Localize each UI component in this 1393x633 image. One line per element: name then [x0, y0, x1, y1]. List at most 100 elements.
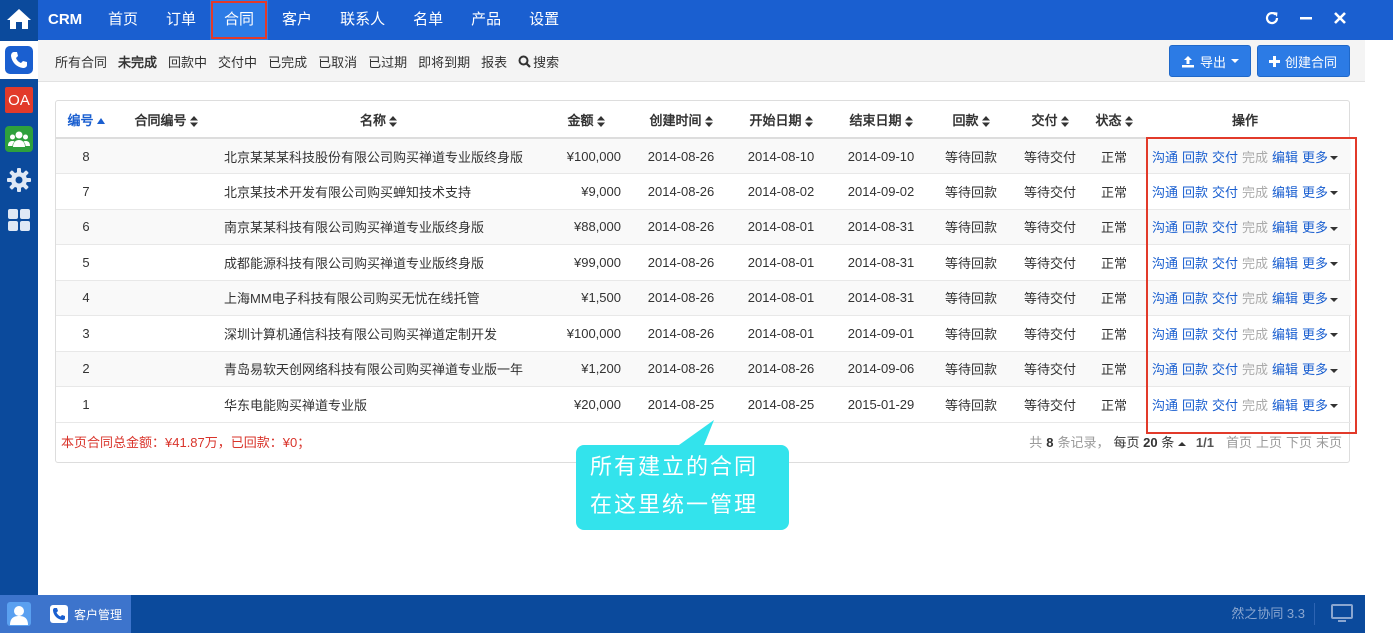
col-header-created[interactable]: 创建时间	[631, 101, 731, 139]
task-item-customer-management[interactable]: 客户管理	[38, 595, 131, 633]
payment-link[interactable]: 回款	[1182, 324, 1208, 343]
table-row[interactable]: 4 上海MM电子科技有限公司购买无忧在线托管 ¥1,500 2014-08-26 201…	[56, 280, 1351, 316]
col-header-name[interactable]: 名称	[216, 101, 541, 139]
table-row[interactable]: 6 南京某某科技有限公司购买禅道专业版终身版 ¥88,000 2014-08-26 20…	[56, 209, 1351, 245]
filter-canceled[interactable]: 已取消	[318, 52, 357, 71]
col-header-status[interactable]: 状态	[1089, 101, 1139, 139]
nav-item-settings[interactable]: 设置	[515, 0, 573, 40]
edit-link[interactable]: 编辑	[1272, 182, 1298, 201]
communicate-link[interactable]: 沟通	[1152, 324, 1178, 343]
more-dropdown[interactable]: 更多	[1302, 395, 1339, 414]
communicate-link[interactable]: 沟通	[1152, 217, 1178, 236]
col-header-id[interactable]: 编号	[56, 101, 116, 139]
more-dropdown[interactable]: 更多	[1302, 253, 1339, 272]
filter-expiring[interactable]: 即将到期	[418, 52, 470, 71]
col-header-delivery[interactable]: 交付	[1011, 101, 1089, 139]
edit-link[interactable]: 编辑	[1272, 288, 1298, 307]
pager-next[interactable]: 下页	[1286, 425, 1312, 461]
filter-report[interactable]: 报表	[481, 52, 507, 71]
more-dropdown[interactable]: 更多	[1302, 288, 1339, 307]
col-header-contract-no[interactable]: 合同编号	[116, 101, 216, 139]
complete-link[interactable]: 完成	[1242, 147, 1268, 166]
complete-link[interactable]: 完成	[1242, 217, 1268, 236]
more-dropdown[interactable]: 更多	[1302, 217, 1339, 236]
delivery-link[interactable]: 交付	[1212, 288, 1238, 307]
communicate-link[interactable]: 沟通	[1152, 147, 1178, 166]
payment-link[interactable]: 回款	[1182, 253, 1208, 272]
delivery-link[interactable]: 交付	[1212, 324, 1238, 343]
col-header-start[interactable]: 开始日期	[731, 101, 831, 139]
more-dropdown[interactable]: 更多	[1302, 182, 1339, 201]
edit-link[interactable]: 编辑	[1272, 217, 1298, 236]
nav-item-orders[interactable]: 订单	[152, 0, 210, 40]
oa-icon[interactable]: OA	[0, 81, 38, 119]
payment-link[interactable]: 回款	[1182, 217, 1208, 236]
export-button[interactable]: 导出	[1169, 45, 1251, 77]
table-row[interactable]: 1 华东电能购买禅道专业版 ¥20,000 2014-08-25 2014-08-25 2…	[56, 386, 1351, 423]
complete-link[interactable]: 完成	[1242, 288, 1268, 307]
payment-link[interactable]: 回款	[1182, 395, 1208, 414]
user-avatar-icon[interactable]	[0, 595, 38, 633]
filter-unfinished[interactable]: 未完成	[118, 52, 157, 71]
pager-first[interactable]: 首页	[1226, 425, 1252, 461]
team-icon[interactable]	[0, 120, 38, 158]
nav-item-contracts[interactable]: 合同	[210, 0, 269, 40]
nav-item-leads[interactable]: 名单	[399, 0, 457, 40]
complete-link[interactable]: 完成	[1242, 395, 1268, 414]
delivery-link[interactable]: 交付	[1212, 182, 1238, 201]
more-dropdown[interactable]: 更多	[1302, 359, 1339, 378]
table-row[interactable]: 8 北京某某某科技股份有限公司购买禅道专业版终身版 ¥100,000 2014-08-…	[56, 138, 1351, 174]
home-icon[interactable]	[0, 0, 38, 38]
table-row[interactable]: 7 北京某技术开发有限公司购买蝉知技术支持 ¥9,000 2014-08-26 2014…	[56, 173, 1351, 210]
pager-prev[interactable]: 上页	[1256, 425, 1282, 461]
edit-link[interactable]: 编辑	[1272, 147, 1298, 166]
filter-finished[interactable]: 已完成	[268, 52, 307, 71]
pager-last[interactable]: 末页	[1316, 425, 1342, 461]
per-page-selector[interactable]: 每页 20 条	[1113, 425, 1186, 461]
brand-logo[interactable]: CRM	[48, 0, 82, 40]
communicate-link[interactable]: 沟通	[1152, 359, 1178, 378]
close-icon[interactable]	[1333, 11, 1347, 30]
complete-link[interactable]: 完成	[1242, 182, 1268, 201]
monitor-icon[interactable]	[1331, 604, 1353, 627]
filter-all[interactable]: 所有合同	[55, 52, 107, 71]
create-contract-button[interactable]: 创建合同	[1257, 45, 1350, 77]
filter-returning[interactable]: 回款中	[168, 52, 207, 71]
phone-icon[interactable]	[0, 41, 38, 79]
complete-link[interactable]: 完成	[1242, 359, 1268, 378]
col-header-payment[interactable]: 回款	[931, 101, 1011, 139]
edit-link[interactable]: 编辑	[1272, 324, 1298, 343]
nav-item-products[interactable]: 产品	[457, 0, 515, 40]
nav-item-contacts[interactable]: 联系人	[326, 0, 399, 40]
filter-delivering[interactable]: 交付中	[218, 52, 257, 71]
delivery-link[interactable]: 交付	[1212, 253, 1238, 272]
communicate-link[interactable]: 沟通	[1152, 288, 1178, 307]
delivery-link[interactable]: 交付	[1212, 395, 1238, 414]
table-row[interactable]: 2 青岛易软天创网络科技有限公司购买禅道专业版一年 ¥1,200 2014-08-26…	[56, 351, 1351, 387]
communicate-link[interactable]: 沟通	[1152, 253, 1178, 272]
payment-link[interactable]: 回款	[1182, 147, 1208, 166]
complete-link[interactable]: 完成	[1242, 253, 1268, 272]
nav-item-home[interactable]: 首页	[94, 0, 152, 40]
edit-link[interactable]: 编辑	[1272, 395, 1298, 414]
communicate-link[interactable]: 沟通	[1152, 395, 1178, 414]
table-row[interactable]: 3 深圳计算机通信科技有限公司购买禅道定制开发 ¥100,000 2014-08-26…	[56, 315, 1351, 352]
minimize-icon[interactable]	[1299, 11, 1313, 30]
filter-expired[interactable]: 已过期	[368, 52, 407, 71]
more-dropdown[interactable]: 更多	[1302, 147, 1339, 166]
more-dropdown[interactable]: 更多	[1302, 324, 1339, 343]
col-header-amount[interactable]: 金额	[541, 101, 631, 139]
complete-link[interactable]: 完成	[1242, 324, 1268, 343]
search-button[interactable]: 搜索	[518, 52, 559, 71]
nav-item-customers[interactable]: 客户	[268, 0, 326, 40]
communicate-link[interactable]: 沟通	[1152, 182, 1178, 201]
col-header-end[interactable]: 结束日期	[831, 101, 931, 139]
table-row[interactable]: 5 成都能源科技有限公司购买禅道专业版终身版 ¥99,000 2014-08-26 20…	[56, 244, 1351, 281]
delivery-link[interactable]: 交付	[1212, 359, 1238, 378]
refresh-icon[interactable]	[1265, 11, 1279, 30]
delivery-link[interactable]: 交付	[1212, 217, 1238, 236]
payment-link[interactable]: 回款	[1182, 288, 1208, 307]
payment-link[interactable]: 回款	[1182, 182, 1208, 201]
delivery-link[interactable]: 交付	[1212, 147, 1238, 166]
payment-link[interactable]: 回款	[1182, 359, 1208, 378]
